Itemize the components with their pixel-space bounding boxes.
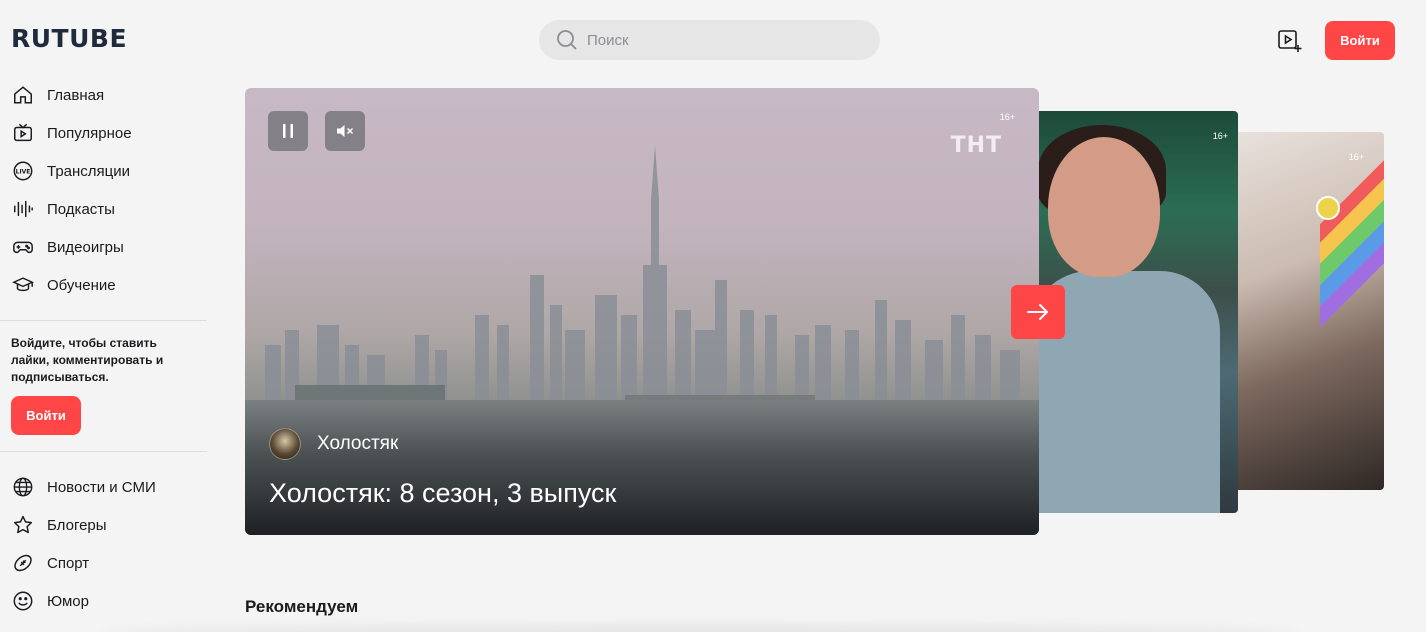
arrow-right-icon <box>1027 304 1048 320</box>
sidebar-item-label: Трансляции <box>47 162 131 180</box>
content-shadow <box>100 625 1300 632</box>
hero-video-player[interactable]: 16+ ТНТ Холостяк Холостяк: 8 сезон, 3 вы… <box>245 88 1039 535</box>
sidebar-item-sport[interactable]: Спорт <box>0 544 207 582</box>
video-title[interactable]: Холостяк: 8 сезон, 3 выпуск <box>269 478 616 509</box>
sidebar-item-bloggers[interactable]: Блогеры <box>0 506 207 544</box>
sidebar-item-label: Главная <box>47 86 105 104</box>
search-bar[interactable] <box>539 20 880 60</box>
sidebar-item-label: Блогеры <box>47 516 107 534</box>
city-skyline-graphic <box>265 145 1020 415</box>
sidebar-item-label: Спорт <box>47 554 90 572</box>
svg-text:LIVE: LIVE <box>16 168 31 175</box>
sidebar-item-education[interactable]: Обучение <box>0 266 207 304</box>
smiley-graphic <box>1316 196 1340 220</box>
header-login-button[interactable]: Войти <box>1325 21 1395 60</box>
sidebar-item-news[interactable]: Новости и СМИ <box>0 468 207 506</box>
smile-icon <box>11 589 35 613</box>
channel-avatar[interactable] <box>269 428 301 460</box>
graduation-cap-icon <box>11 273 35 297</box>
sidebar-item-videogames[interactable]: Видеоигры <box>0 228 207 266</box>
tv-icon <box>11 121 35 145</box>
volume-muted-icon <box>337 125 354 137</box>
mute-button[interactable] <box>325 111 365 151</box>
sidebar-login-button[interactable]: Войти <box>11 396 81 435</box>
search-input[interactable] <box>587 31 847 49</box>
pause-button[interactable] <box>268 111 308 151</box>
channel-watermark: ТНТ <box>950 133 1002 158</box>
gamepad-icon <box>11 235 35 259</box>
home-icon <box>11 83 35 107</box>
star-icon <box>11 513 35 537</box>
rutube-logo[interactable]: RUTUBE <box>11 24 127 53</box>
sidebar-item-podcasts[interactable]: Подкасты <box>0 190 207 228</box>
sidebar-item-popular[interactable]: Популярное <box>0 114 207 152</box>
login-prompt: Войдите, чтобы ставить лайки, комментиро… <box>11 336 164 384</box>
age-rating-badge: 16+ <box>1212 131 1228 141</box>
live-icon: LIVE <box>11 159 35 183</box>
pause-icon <box>283 124 293 138</box>
football-icon <box>11 551 35 575</box>
sidebar: Главная Популярное LIVE Трансляции Подка… <box>0 76 207 620</box>
carousel-next-button[interactable] <box>1011 285 1065 339</box>
upload-video-icon[interactable] <box>1276 27 1302 53</box>
age-rating-badge: 16+ <box>999 112 1015 122</box>
globe-icon <box>11 475 35 499</box>
sidebar-item-label: Видеоигры <box>47 238 124 256</box>
channel-name-link[interactable]: Холостяк <box>317 433 398 455</box>
audio-wave-icon <box>11 197 35 221</box>
age-rating-badge: 16+ <box>1348 152 1364 162</box>
sidebar-item-label: Обучение <box>47 276 116 294</box>
sidebar-login-box: Войдите, чтобы ставить лайки, комментиро… <box>0 321 207 451</box>
person-face-graphic <box>1048 137 1160 277</box>
sidebar-item-label: Новости и СМИ <box>47 478 156 496</box>
sidebar-item-home[interactable]: Главная <box>0 76 207 114</box>
rainbow-graphic <box>1320 132 1384 332</box>
search-icon <box>557 30 577 50</box>
sidebar-item-live[interactable]: LIVE Трансляции <box>0 152 207 190</box>
sidebar-item-label: Популярное <box>47 124 132 142</box>
sidebar-item-label: Юмор <box>47 592 89 610</box>
sidebar-item-humor[interactable]: Юмор <box>0 582 207 620</box>
sea-graphic <box>245 400 1039 535</box>
sidebar-item-label: Подкасты <box>47 200 115 218</box>
section-title-recommended: Рекомендуем <box>245 597 359 616</box>
